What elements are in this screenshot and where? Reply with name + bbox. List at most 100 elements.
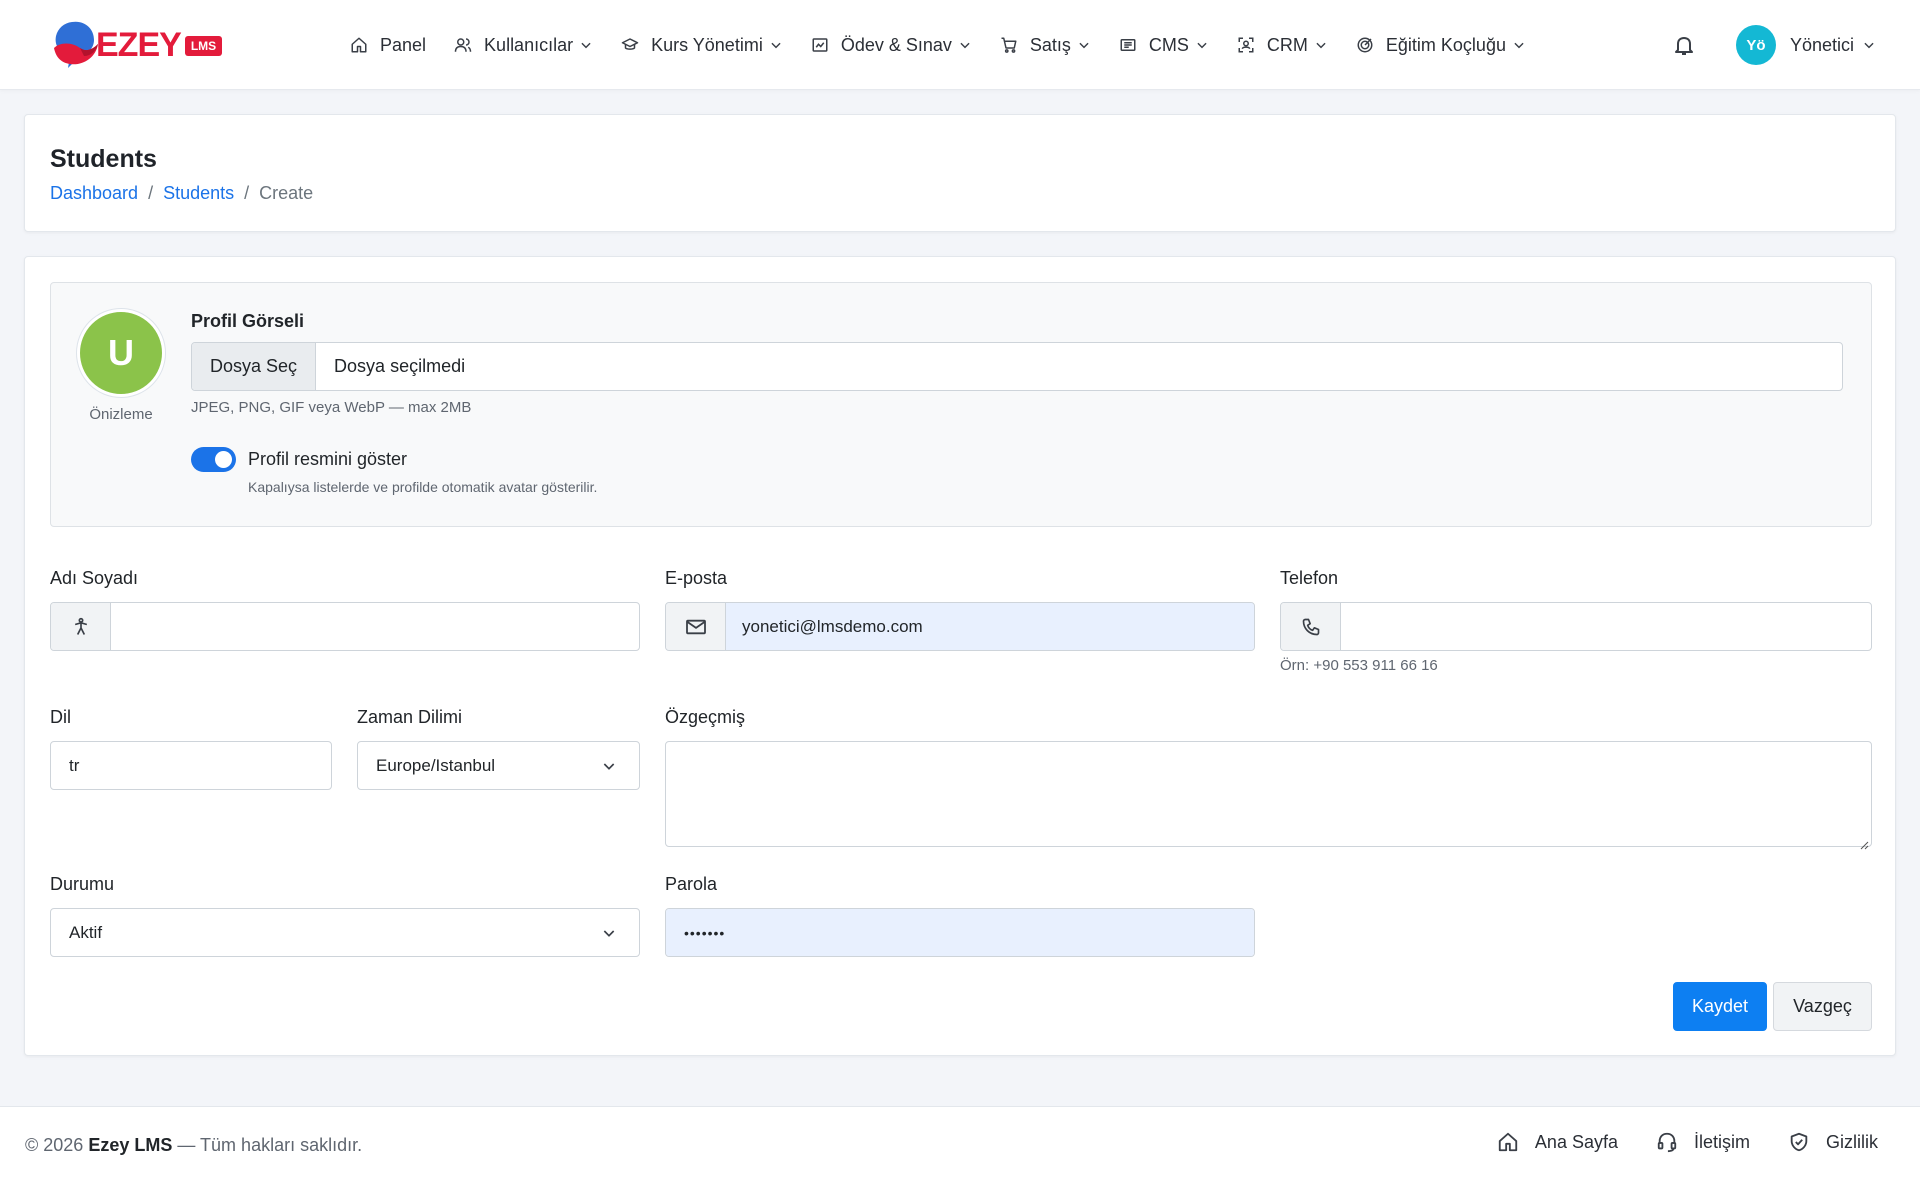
breadcrumb-separator: /	[148, 183, 154, 203]
bio-textarea[interactable]	[665, 741, 1872, 850]
brand-badge: LMS	[184, 36, 223, 56]
brand-name: EZEY	[96, 25, 182, 64]
nav-item-crm[interactable]: CRM	[1237, 35, 1328, 56]
breadcrumb-students-link[interactable]: Students	[163, 183, 234, 204]
breadcrumb-current: Create	[259, 183, 314, 203]
main-nav: Panel Kullanıcılar Kurs Yönetimi Ödev & …	[350, 0, 1554, 90]
copyright-year: © 2026	[25, 1135, 84, 1155]
footer-link-contact[interactable]: İletişim	[1656, 1131, 1750, 1153]
target-icon	[1356, 36, 1374, 54]
breadcrumb-separator: /	[244, 183, 250, 203]
chevron-down-icon	[1195, 38, 1209, 52]
avatar: Yö	[1736, 25, 1776, 65]
profile-image-label: Profil Görseli	[191, 311, 305, 331]
phone-field[interactable]	[1280, 602, 1872, 651]
nav-label-kurs-yonetimi: Kurs Yönetimi	[651, 34, 763, 55]
nav-item-odev-sinav[interactable]: Ödev & Sınav	[811, 35, 972, 56]
footer-link-privacy-label: Gizlilik	[1826, 1131, 1878, 1152]
language-label: Dil	[50, 707, 71, 727]
nav-label-panel: Panel	[380, 34, 427, 55]
password-value: •••••••	[666, 909, 1254, 956]
graduation-cap-icon	[621, 36, 639, 54]
users-icon	[454, 36, 472, 54]
home-icon	[350, 36, 368, 54]
email-field[interactable]: yonetici@lmsdemo.com	[665, 602, 1255, 651]
file-status-text: Dosya seçilmedi	[334, 356, 466, 376]
shield-check-icon	[1788, 1131, 1810, 1153]
person-icon	[51, 603, 111, 650]
footer-links: Ana Sayfa İletişim Gizlilik	[1459, 1131, 1878, 1153]
nav-label-cms: CMS	[1148, 34, 1189, 55]
save-button[interactable]: Kaydet	[1673, 982, 1767, 1031]
name-field[interactable]	[50, 602, 640, 651]
name-label: Adı Soyadı	[50, 568, 139, 588]
footer-link-privacy[interactable]: Gizlilik	[1788, 1131, 1878, 1153]
brand-logo[interactable]: EZEY LMS	[50, 18, 223, 72]
nav-label-crm: CRM	[1266, 34, 1308, 55]
status-select[interactable]: Aktif	[50, 908, 640, 957]
copyright: © 2026 Ezey LMS — Tüm hakları saklıdır.	[25, 1135, 362, 1156]
timezone-select[interactable]: Europe/Istanbul	[357, 741, 640, 790]
chevron-down-icon	[1077, 38, 1091, 52]
nav-item-cms[interactable]: CMS	[1119, 35, 1209, 56]
name-value	[111, 603, 639, 650]
page-header-card: Students Dashboard / Students / Create	[24, 114, 1896, 232]
headset-icon	[1656, 1131, 1678, 1153]
phone-hint: Örn: +90 553 911 66 16	[1280, 657, 1438, 674]
bell-icon[interactable]	[1672, 33, 1696, 57]
footer-link-contact-label: İletişim	[1693, 1131, 1750, 1152]
avatar-preview: U	[77, 309, 165, 397]
user-menu[interactable]: Yö Yönetici	[1736, 25, 1876, 65]
user-name: Yönetici	[1790, 34, 1855, 55]
chevron-down-icon	[579, 38, 593, 52]
timezone-value: Europe/Istanbul	[376, 755, 496, 775]
password-label: Parola	[665, 874, 718, 894]
footer: © 2026 Ezey LMS — Tüm hakları saklıdır. …	[0, 1106, 1920, 1181]
chevron-down-icon	[1512, 38, 1526, 52]
nav-item-egitim-koclugu[interactable]: Eğitim Koçluğu	[1356, 35, 1526, 56]
email-value: yonetici@lmsdemo.com	[726, 603, 1254, 650]
password-field[interactable]: •••••••	[665, 908, 1255, 957]
footer-link-home-label: Ana Sayfa	[1534, 1131, 1618, 1152]
user-scan-icon	[1237, 36, 1255, 54]
page-title: Students	[50, 145, 157, 173]
nav-item-satis[interactable]: Satış	[1000, 35, 1091, 56]
status-value: Aktif	[69, 922, 103, 942]
profile-image-file-input[interactable]: Dosya Seç Dosya seçilmedi	[191, 342, 1843, 391]
language-placeholder: tr	[69, 755, 80, 775]
nav-label-egitim-koclugu: Eğitim Koçluğu	[1385, 34, 1506, 55]
status-label: Durumu	[50, 874, 115, 894]
chevron-down-icon	[958, 38, 972, 52]
show-profile-image-label: Profil resmini göster	[248, 449, 408, 469]
language-field[interactable]: tr	[50, 741, 332, 790]
top-navbar: EZEY LMS Panel Kullanıcılar Kurs Yönetim…	[0, 0, 1920, 90]
home-icon	[1497, 1131, 1519, 1153]
nav-item-kurs-yonetimi[interactable]: Kurs Yönetimi	[621, 35, 783, 56]
logo-mark-icon	[50, 18, 106, 72]
footer-link-home[interactable]: Ana Sayfa	[1497, 1131, 1618, 1153]
profile-image-section: U Önizleme Profil Görseli Dosya Seç Dosy…	[50, 282, 1872, 527]
chevron-down-icon	[769, 38, 783, 52]
choose-file-button[interactable]: Dosya Seç	[192, 343, 317, 390]
nav-item-panel[interactable]: Panel	[350, 35, 426, 56]
breadcrumb-dashboard-link[interactable]: Dashboard	[50, 183, 138, 204]
phone-icon	[1281, 603, 1341, 650]
newspaper-icon	[1119, 36, 1137, 54]
timezone-label: Zaman Dilimi	[357, 707, 463, 727]
nav-item-kullanicilar[interactable]: Kullanıcılar	[454, 35, 593, 56]
student-form-card: U Önizleme Profil Görseli Dosya Seç Dosy…	[24, 256, 1896, 1056]
file-format-hint: JPEG, PNG, GIF veya WebP — max 2MB	[191, 399, 472, 416]
cancel-button[interactable]: Vazgeç	[1773, 982, 1872, 1031]
resize-grip-icon[interactable]	[1859, 834, 1869, 850]
bio-label: Özgeçmiş	[665, 707, 746, 727]
nav-label-kullanicilar: Kullanıcılar	[484, 34, 574, 55]
show-profile-image-toggle[interactable]	[191, 447, 236, 472]
chart-board-icon	[811, 36, 829, 54]
show-profile-image-help: Kapalıysa listelerde ve profilde otomati…	[248, 479, 598, 495]
chevron-down-icon	[1314, 38, 1328, 52]
chevron-down-icon	[601, 925, 617, 941]
copyright-rights: — Tüm hakları saklıdır.	[177, 1135, 363, 1155]
phone-value	[1341, 603, 1871, 650]
chevron-down-icon	[1862, 38, 1876, 52]
chevron-down-icon	[601, 758, 617, 774]
